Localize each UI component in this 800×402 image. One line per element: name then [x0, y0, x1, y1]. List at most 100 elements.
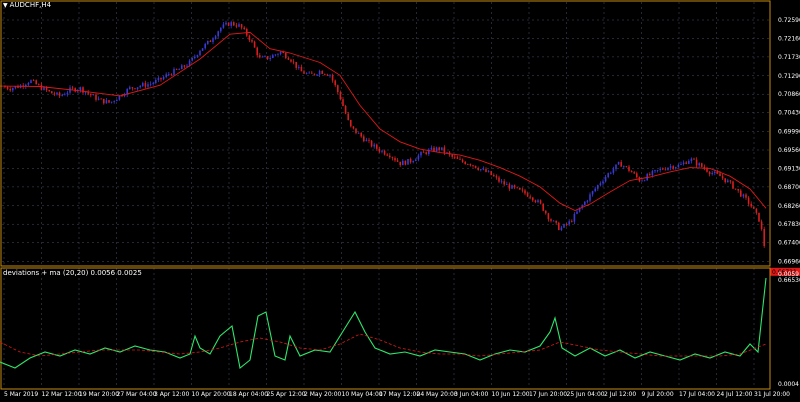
candle-body — [495, 176, 498, 178]
candle-body — [79, 87, 82, 91]
candle-body — [469, 164, 472, 166]
candle-body — [435, 147, 438, 152]
candle-body — [337, 85, 339, 93]
candle-body — [753, 206, 755, 209]
candle-body — [157, 77, 160, 80]
candle-body — [422, 151, 425, 153]
candle-body — [636, 173, 638, 178]
candle-body — [27, 82, 30, 85]
candle-body — [363, 136, 365, 142]
candle-body — [175, 68, 178, 70]
candle-body — [425, 152, 427, 154]
symbol-title-text: AUDCHF,H4 — [9, 1, 52, 9]
candle-body — [740, 190, 742, 197]
candle-body — [217, 31, 219, 37]
candle-body — [144, 83, 147, 87]
x-tick-label: 24 Jul 12:00 — [717, 391, 753, 398]
candle-body — [264, 56, 266, 57]
candle-body — [373, 144, 375, 147]
candle-body — [420, 151, 422, 156]
candle-body — [209, 40, 212, 42]
candle-body — [238, 24, 240, 27]
x-tick-label: 10 May 04:00 — [342, 391, 383, 398]
candle-body — [412, 161, 414, 163]
chart-canvas: 0.72590 0.72160 0.71730 0.71290 0.70860 0.704… — [0, 0, 800, 398]
candle-body — [131, 87, 134, 89]
candle-body — [487, 171, 490, 172]
candle-body — [334, 80, 336, 86]
candle-body — [243, 27, 245, 30]
x-tick-label: 2 May 20:00 — [304, 391, 342, 398]
candle-body — [571, 221, 573, 223]
candle-body — [259, 55, 261, 58]
candle-body — [651, 171, 654, 176]
candle-body — [339, 92, 342, 100]
dropdown-triangle-icon[interactable]: ▼ — [3, 2, 8, 9]
candle-body — [594, 188, 596, 192]
candle-body — [563, 224, 565, 228]
candle-body — [612, 169, 615, 173]
indicator-y-tick-label: 0.0004 — [778, 381, 799, 388]
y-tick-label: 0.71730 — [778, 54, 800, 61]
candle-body — [95, 94, 97, 100]
candle-body — [165, 74, 167, 78]
candle-body — [391, 157, 394, 159]
x-tick-label: 2 Jul 12:00 — [604, 391, 636, 398]
candle-body — [56, 92, 58, 95]
candle-body — [677, 164, 680, 168]
candle-body — [9, 88, 11, 91]
candle-body — [732, 181, 734, 189]
x-tick-label: 12 Mar 12:00 — [42, 391, 82, 398]
candle-body — [230, 22, 232, 26]
candle-body — [602, 181, 604, 184]
candle-body — [272, 55, 274, 59]
candle-body — [386, 154, 388, 156]
candle-body — [311, 72, 313, 74]
candle-body — [526, 193, 529, 197]
candle-body — [534, 200, 537, 203]
candle-body — [641, 180, 643, 182]
candle-body — [248, 35, 251, 41]
y-tick-label: 0.70430 — [778, 110, 800, 117]
candle-body — [350, 119, 352, 127]
x-tick-label: 9 Jul 20:00 — [642, 391, 674, 398]
candle-body — [542, 203, 544, 211]
candle-body — [235, 25, 238, 27]
candle-body — [407, 159, 409, 165]
candle-body — [84, 92, 87, 93]
y-tick-label: 0.66960 — [778, 259, 800, 266]
candle-body — [539, 200, 542, 204]
candle-body — [368, 139, 370, 141]
candle-body — [51, 91, 53, 94]
y-tick-label: 0.67400 — [778, 240, 800, 247]
candle-body — [513, 185, 516, 188]
candle-body — [199, 50, 201, 56]
candle-body — [277, 53, 279, 55]
candle-body — [12, 88, 14, 91]
candle-body — [214, 36, 217, 40]
candle-body — [664, 169, 667, 171]
y-tick-label: 0.67830 — [778, 221, 800, 228]
candle-body — [389, 155, 391, 158]
candle-body — [287, 58, 290, 60]
candle-body — [558, 222, 560, 230]
symbol-title: ▼ AUDCHF,H4 — [3, 1, 51, 9]
candle-body — [256, 47, 258, 56]
y-tick-label: 0.70860 — [778, 91, 800, 98]
candle-body — [537, 200, 539, 203]
candle-body — [402, 160, 404, 166]
candle-body — [396, 160, 399, 162]
candle-body — [303, 71, 305, 74]
x-tick-label: 3 Apr 12:00 — [154, 391, 189, 398]
candle-body — [105, 100, 108, 104]
candle-body — [342, 99, 344, 107]
x-tick-label: 17 May 12:00 — [379, 391, 420, 398]
candle-body — [370, 140, 373, 147]
candle-body — [607, 173, 609, 178]
candle-body — [755, 208, 758, 213]
candle-body — [136, 87, 139, 90]
candle-body — [451, 154, 453, 157]
candle-body — [565, 224, 568, 225]
candle-body — [155, 79, 157, 83]
candle-body — [300, 66, 303, 72]
